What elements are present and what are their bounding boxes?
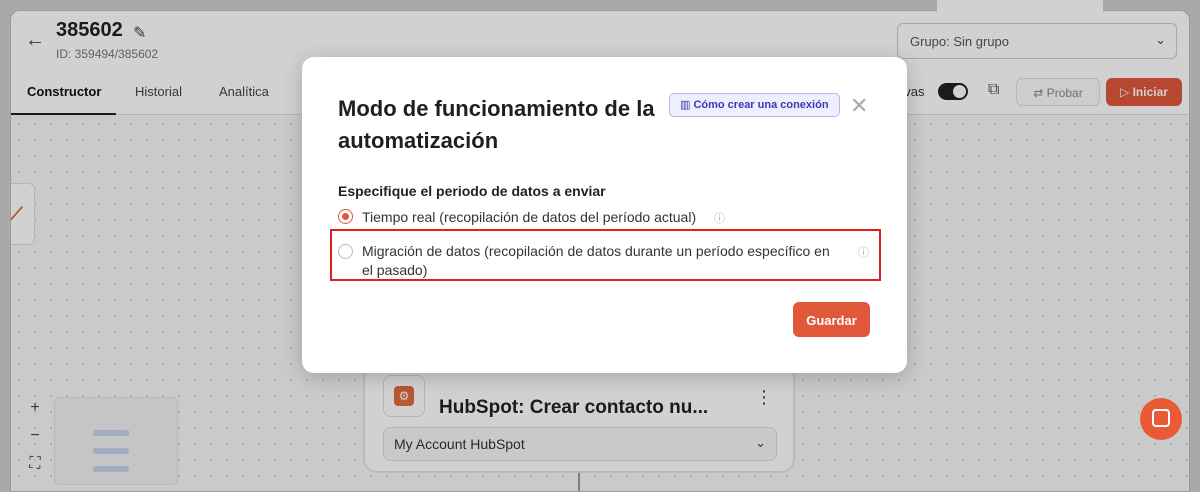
option-migration[interactable]: Migración de datos (recopilación de dato… bbox=[338, 243, 869, 283]
help-link-label: Cómo crear una conexión bbox=[693, 99, 829, 111]
radio-migration[interactable] bbox=[338, 244, 353, 259]
modal-title: Modo de funcionamiento de la automatizac… bbox=[338, 96, 655, 153]
option-migration-label: Migración de datos (recopilación de dato… bbox=[362, 243, 830, 278]
save-button[interactable]: Guardar bbox=[793, 302, 870, 337]
option-realtime-label: Tiempo real (recopilación de datos del p… bbox=[362, 209, 697, 225]
period-section-label: Especifique el periodo de datos a enviar bbox=[338, 183, 606, 199]
info-icon[interactable]: ⓘ bbox=[858, 244, 869, 260]
book-icon: ▥ bbox=[680, 99, 694, 111]
info-icon[interactable]: ⓘ bbox=[714, 210, 725, 226]
chat-launcher[interactable] bbox=[1140, 398, 1182, 440]
option-realtime[interactable]: Tiempo real (recopilación de datos del p… bbox=[338, 209, 758, 229]
chat-icon bbox=[1152, 409, 1170, 427]
automation-mode-modal: Modo de funcionamiento de la automatizac… bbox=[302, 57, 907, 373]
radio-realtime[interactable] bbox=[338, 209, 353, 224]
close-icon[interactable]: ✕ bbox=[850, 93, 868, 119]
help-link-button[interactable]: ▥ Cómo crear una conexión bbox=[669, 93, 840, 117]
